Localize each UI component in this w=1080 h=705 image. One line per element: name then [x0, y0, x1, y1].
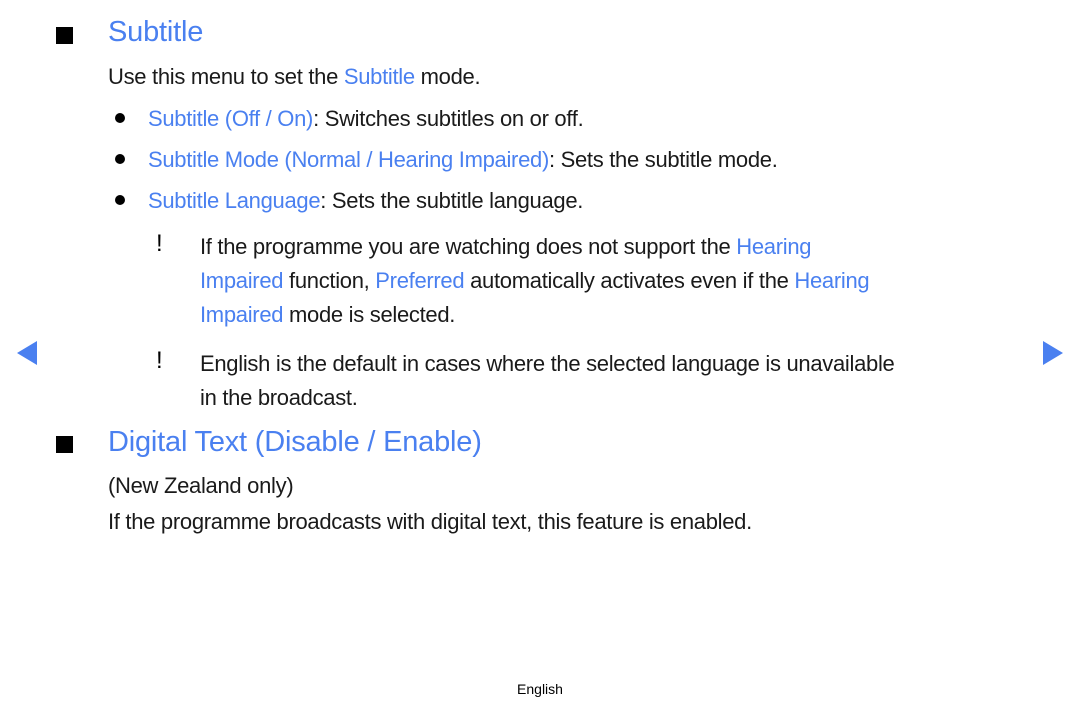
note-icon: !	[156, 230, 163, 257]
region-note: (New Zealand only)	[108, 473, 294, 498]
intro-highlight: Subtitle	[343, 64, 415, 89]
bullet-icon	[115, 113, 125, 123]
section-marker-icon	[56, 27, 73, 44]
bullet-desc: : Sets the subtitle language.	[320, 188, 584, 213]
bullet-item: Subtitle (Off / On): Switches subtitles …	[148, 102, 584, 136]
footer-language: English	[517, 681, 563, 697]
bullet-desc: : Sets the subtitle mode.	[548, 147, 778, 172]
bullet-term: Subtitle Language	[148, 188, 321, 213]
previous-page-arrow-icon[interactable]	[17, 341, 37, 365]
note-line: Impaired mode is selected.	[200, 302, 456, 327]
note-line: Impaired function, Preferred automatical…	[200, 268, 870, 293]
note-line: If the programme you are watching does n…	[200, 234, 812, 259]
section-title-subtitle: Subtitle	[108, 16, 204, 48]
bullet-term: Subtitle Mode (Normal / Hearing Impaired…	[148, 147, 549, 172]
description-text: If the programme broadcasts with digital…	[108, 509, 752, 534]
bullet-icon	[115, 195, 125, 205]
bullet-item: Subtitle Mode (Normal / Hearing Impaired…	[148, 143, 778, 177]
note-icon: !	[156, 347, 163, 374]
note-line: English is the default in cases where th…	[200, 351, 895, 376]
section-title-digital-text: Digital Text (Disable / Enable)	[108, 426, 482, 458]
next-page-arrow-icon[interactable]	[1043, 341, 1063, 365]
bullet-desc: : Switches subtitles on or off.	[313, 106, 584, 131]
section-marker-icon	[56, 436, 73, 453]
bullet-icon	[115, 154, 125, 164]
bullet-term: Subtitle (Off / On)	[148, 106, 314, 131]
note-line: in the broadcast.	[200, 385, 358, 410]
intro-text: Use this menu to set the Subtitle mode.	[108, 64, 481, 89]
bullet-item: Subtitle Language: Sets the subtitle lan…	[148, 184, 583, 218]
